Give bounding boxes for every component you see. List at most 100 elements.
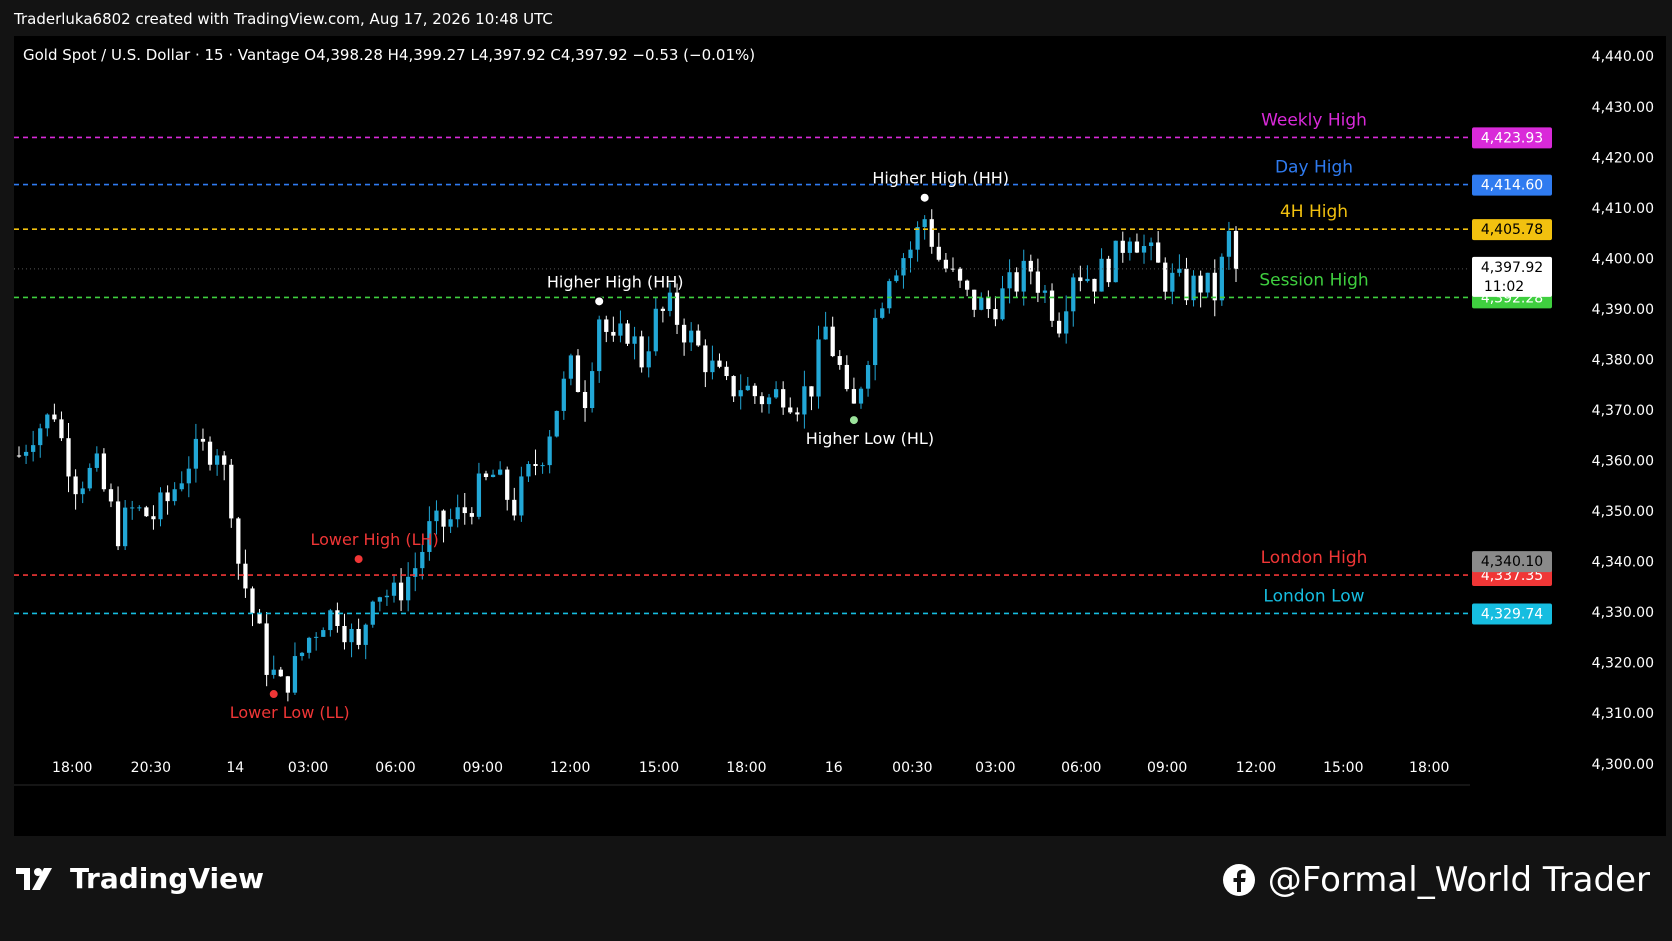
tradingview-logo-icon	[16, 867, 52, 890]
candle-body	[554, 410, 559, 437]
price-chart[interactable]: Gold Spot / U.S. Dollar · 15 · Vantage O…	[14, 36, 1666, 836]
candle-body	[278, 669, 283, 677]
candle-body	[342, 625, 347, 643]
last-price-text: 4,397.92	[1481, 260, 1543, 276]
candle-body	[236, 518, 241, 564]
candle-body	[1021, 260, 1026, 292]
level-label: Session High	[1259, 270, 1368, 290]
candle-body	[483, 473, 489, 478]
candle-body	[568, 355, 574, 379]
candle-body	[1205, 272, 1210, 293]
candle-body	[809, 386, 814, 397]
candle-body	[752, 385, 757, 397]
candle-body	[597, 319, 602, 372]
candle-body	[865, 365, 871, 389]
candle-body	[257, 613, 262, 624]
candle-body	[193, 438, 199, 469]
chart-screenshot: Traderluka6802 created with TradingView.…	[0, 0, 1672, 941]
candle-body	[1099, 258, 1104, 292]
candle-body	[582, 391, 588, 409]
candle-body	[455, 507, 460, 520]
candle-body	[420, 551, 425, 569]
candle-body	[1042, 290, 1048, 293]
chart-area[interactable]: Gold Spot / U.S. Dollar · 15 · Vantage O…	[14, 36, 1666, 836]
candle-body	[94, 453, 99, 468]
y-tick-label: 4,380.00	[1592, 352, 1654, 368]
candle-body	[703, 345, 708, 373]
x-tick-label: 12:00	[1236, 760, 1276, 776]
candle-body	[1085, 278, 1090, 282]
x-tick-label: 09:00	[463, 760, 503, 776]
swing-label: Higher Low (HL)	[806, 429, 934, 448]
candle-body	[696, 330, 701, 346]
candle-body	[1049, 290, 1055, 321]
candle-body	[929, 219, 934, 247]
candle-body	[1092, 278, 1097, 292]
candle-body	[73, 476, 78, 495]
candle-body	[660, 308, 666, 311]
candle-body	[639, 336, 644, 368]
candle-body	[1170, 272, 1175, 292]
y-tick-label: 4,410.00	[1592, 201, 1654, 217]
x-tick-label: 03:00	[288, 760, 328, 776]
candle-body	[391, 582, 397, 596]
swing-dot	[268, 689, 279, 700]
candle-body	[200, 438, 206, 442]
candle-body	[1148, 242, 1154, 247]
candle-body	[575, 355, 581, 392]
candle-body	[243, 563, 248, 589]
x-tick-label: 18:00	[1409, 760, 1449, 776]
candle-body	[1007, 272, 1012, 289]
x-tick-label: 06:00	[375, 760, 415, 776]
last-price-tag: 4,397.92 11:02	[1472, 256, 1552, 297]
candle-body	[476, 473, 482, 517]
candle-body	[1198, 275, 1203, 293]
brand-text: TradingView	[70, 862, 264, 895]
candle-body	[589, 371, 595, 409]
candle-body	[406, 576, 411, 601]
y-tick-label: 4,440.00	[1592, 49, 1654, 65]
candle-body	[901, 258, 906, 276]
candle-body	[1163, 262, 1168, 292]
candle-body	[1064, 311, 1069, 334]
x-tick-label: 16	[825, 760, 843, 776]
candle-body	[830, 326, 835, 357]
candle-body	[158, 492, 163, 520]
candle-body	[115, 501, 121, 547]
candle-body	[45, 414, 50, 429]
candle-body	[207, 441, 213, 465]
candle-body	[526, 464, 531, 477]
candle-body	[285, 676, 290, 693]
facebook-icon	[1222, 864, 1255, 896]
candle-body	[1056, 320, 1062, 334]
y-tick-label: 4,360.00	[1592, 454, 1654, 470]
candle-body	[1219, 256, 1224, 301]
x-tick-label: 14	[226, 760, 244, 776]
candle-body	[1035, 271, 1041, 293]
level-label: 4H High	[1280, 202, 1348, 222]
candle-body	[1078, 277, 1083, 282]
y-tick-label: 4,350.00	[1592, 504, 1654, 520]
chart-title: Gold Spot / U.S. Dollar · 15 · Vantage O…	[23, 46, 755, 64]
candle-body	[130, 507, 135, 509]
level-label: London Low	[1263, 586, 1364, 606]
candle-body	[936, 246, 941, 260]
countdown-text: 11:02	[1484, 279, 1524, 295]
candle-body	[179, 483, 184, 490]
candle-body	[1134, 241, 1140, 253]
candle-body	[38, 428, 43, 446]
candle-body	[306, 637, 312, 653]
candle-body	[398, 582, 404, 601]
x-tick-label: 00:30	[892, 760, 932, 776]
candle-body	[965, 280, 970, 290]
candle-body	[844, 364, 849, 390]
candle-body	[384, 595, 390, 598]
tradingview-brand: TradingView	[16, 862, 264, 895]
candle-body	[101, 453, 107, 490]
candle-body	[618, 323, 623, 336]
candle-body	[894, 275, 899, 282]
candle-body	[979, 297, 984, 310]
candle-body	[993, 309, 998, 320]
candle-body	[873, 317, 878, 366]
y-tick-label: 4,400.00	[1592, 251, 1654, 267]
